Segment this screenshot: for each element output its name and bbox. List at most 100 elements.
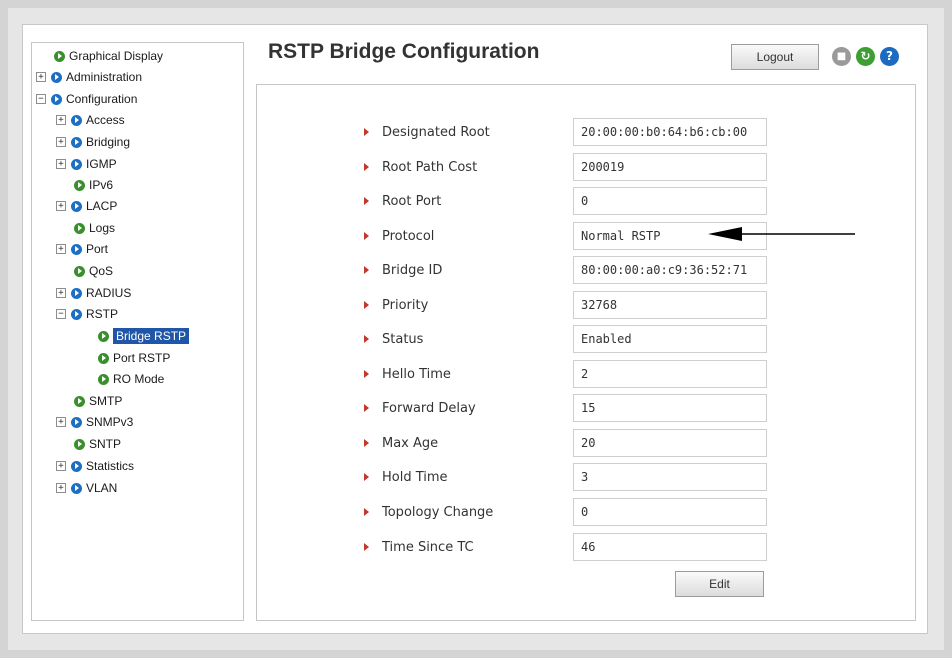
expand-icon[interactable]: + bbox=[56, 115, 66, 125]
sidebar-item-smtp[interactable]: SMTP bbox=[74, 392, 122, 410]
bullet-arrow-icon bbox=[364, 439, 369, 447]
left-arrow-icon bbox=[708, 227, 855, 241]
nav-bullet-icon bbox=[74, 395, 85, 407]
field-value-designated-root: 20:00:00:b0:64:b6:cb:00 bbox=[573, 118, 767, 146]
sidebar-item-access[interactable]: + Access bbox=[56, 111, 125, 129]
sidebar-item-label: Configuration bbox=[66, 92, 138, 106]
bullet-arrow-icon bbox=[364, 266, 369, 274]
field-value-bridge-id: 80:00:00:a0:c9:36:52:71 bbox=[573, 256, 767, 284]
field-label-forward-delay: Forward Delay bbox=[364, 399, 476, 417]
nav-bullet-icon bbox=[71, 158, 82, 170]
expand-icon[interactable]: + bbox=[56, 201, 66, 211]
bullet-arrow-icon bbox=[364, 473, 369, 481]
expand-icon[interactable]: + bbox=[56, 244, 66, 254]
nav-bullet-icon bbox=[74, 222, 85, 234]
nav-bullet-icon bbox=[71, 308, 82, 320]
sidebar-item-port[interactable]: + Port bbox=[56, 240, 108, 258]
sidebar-item-igmp[interactable]: + IGMP bbox=[56, 155, 117, 173]
collapse-icon[interactable]: − bbox=[56, 309, 66, 319]
bullet-arrow-icon bbox=[364, 404, 369, 412]
expand-icon[interactable]: + bbox=[56, 288, 66, 298]
field-label-root-path-cost: Root Path Cost bbox=[364, 158, 477, 176]
refresh-icon[interactable]: ↻ bbox=[856, 47, 875, 66]
sidebar-item-radius[interactable]: + RADIUS bbox=[56, 284, 131, 302]
bullet-arrow-icon bbox=[364, 508, 369, 516]
field-label-text: Time Since TC bbox=[382, 539, 474, 555]
sidebar-item-label: Bridge RSTP bbox=[113, 328, 190, 344]
field-label-time-since-tc: Time Since TC bbox=[364, 538, 474, 556]
sidebar-item-label: IGMP bbox=[86, 157, 117, 171]
sidebar-item-sntp[interactable]: SNTP bbox=[74, 435, 121, 453]
expand-icon[interactable]: + bbox=[56, 483, 66, 493]
sidebar-item-statistics[interactable]: + Statistics bbox=[56, 457, 134, 475]
expand-icon[interactable]: + bbox=[56, 137, 66, 147]
field-label-text: Root Port bbox=[382, 193, 442, 209]
sidebar-item-snmpv3[interactable]: + SNMPv3 bbox=[56, 413, 133, 431]
sidebar-item-label: RSTP bbox=[86, 307, 119, 321]
field-label-text: Status bbox=[382, 331, 424, 347]
sidebar-item-vlan[interactable]: + VLAN bbox=[56, 479, 117, 497]
field-value-max-age: 20 bbox=[573, 429, 767, 457]
sidebar-item-label: Graphical Display bbox=[69, 49, 164, 63]
field-label-root-port: Root Port bbox=[364, 192, 441, 210]
sidebar-item-label: RO Mode bbox=[113, 372, 165, 386]
nav-bullet-icon bbox=[71, 114, 82, 126]
nav-bullet-icon bbox=[74, 179, 85, 191]
sidebar-item-label: Statistics bbox=[86, 459, 135, 473]
bullet-arrow-icon bbox=[364, 128, 369, 136]
sidebar-item-label: Port RSTP bbox=[113, 351, 171, 365]
nav-bullet-icon bbox=[98, 373, 109, 385]
sidebar-item-logs[interactable]: Logs bbox=[74, 219, 115, 237]
sidebar-item-bridging[interactable]: + Bridging bbox=[56, 133, 130, 151]
sidebar-item-label: Port bbox=[86, 242, 109, 256]
sidebar-item-qos[interactable]: QoS bbox=[74, 262, 113, 280]
edit-button[interactable]: Edit bbox=[675, 571, 764, 597]
field-label-text: Forward Delay bbox=[382, 400, 476, 416]
sidebar-item-administration[interactable]: + Administration bbox=[36, 68, 142, 86]
nav-bullet-icon bbox=[51, 71, 62, 83]
sidebar-item-rstp[interactable]: − RSTP bbox=[56, 305, 118, 323]
nav-bullet-icon bbox=[51, 93, 62, 105]
nav-bullet-icon bbox=[71, 243, 82, 255]
sidebar-item-ro-mode[interactable]: RO Mode bbox=[98, 370, 164, 388]
sidebar-item-port-rstp[interactable]: Port RSTP bbox=[98, 349, 170, 367]
nav-bullet-icon bbox=[71, 482, 82, 494]
help-icon[interactable]: ? bbox=[880, 47, 899, 66]
field-label-text: Priority bbox=[382, 297, 429, 313]
bullet-arrow-icon bbox=[364, 335, 369, 343]
bullet-arrow-icon bbox=[364, 232, 369, 240]
field-value-hello-time: 2 bbox=[573, 360, 767, 388]
field-label-text: Hello Time bbox=[382, 366, 451, 382]
save-icon[interactable]: ■ bbox=[832, 47, 851, 66]
expand-icon[interactable]: + bbox=[36, 72, 46, 82]
field-value-priority: 32768 bbox=[573, 291, 767, 319]
field-label-text: Root Path Cost bbox=[382, 159, 478, 175]
sidebar-item-ipv6[interactable]: IPv6 bbox=[74, 176, 113, 194]
sidebar-item-configuration[interactable]: − Configuration bbox=[36, 90, 137, 108]
nav-bullet-icon bbox=[74, 265, 85, 277]
nav-bullet-icon bbox=[98, 330, 109, 342]
field-label-text: Max Age bbox=[382, 435, 439, 451]
collapse-icon[interactable]: − bbox=[36, 94, 46, 104]
bullet-arrow-icon bbox=[364, 370, 369, 378]
field-label-text: Hold Time bbox=[382, 469, 448, 485]
field-label-text: Designated Root bbox=[382, 124, 490, 140]
field-value-status: Enabled bbox=[573, 325, 767, 353]
field-label-status: Status bbox=[364, 330, 423, 348]
nav-bullet-icon bbox=[71, 416, 82, 428]
expand-icon[interactable]: + bbox=[56, 461, 66, 471]
sidebar-item-label: Access bbox=[86, 113, 125, 127]
field-value-topology-change: 0 bbox=[573, 498, 767, 526]
expand-icon[interactable]: + bbox=[56, 417, 66, 427]
expand-icon[interactable]: + bbox=[56, 159, 66, 169]
bullet-arrow-icon bbox=[364, 197, 369, 205]
sidebar-item-graphical-display[interactable]: Graphical Display bbox=[54, 47, 163, 65]
field-value-time-since-tc: 46 bbox=[573, 533, 767, 561]
sidebar-item-bridge-rstp[interactable]: Bridge RSTP bbox=[98, 327, 190, 345]
logout-button[interactable]: Logout bbox=[731, 44, 819, 70]
field-label-bridge-id: Bridge ID bbox=[364, 261, 442, 279]
field-label-text: Topology Change bbox=[382, 504, 494, 520]
field-label-hold-time: Hold Time bbox=[364, 468, 448, 486]
sidebar-item-lacp[interactable]: + LACP bbox=[56, 197, 117, 215]
nav-bullet-icon bbox=[71, 287, 82, 299]
